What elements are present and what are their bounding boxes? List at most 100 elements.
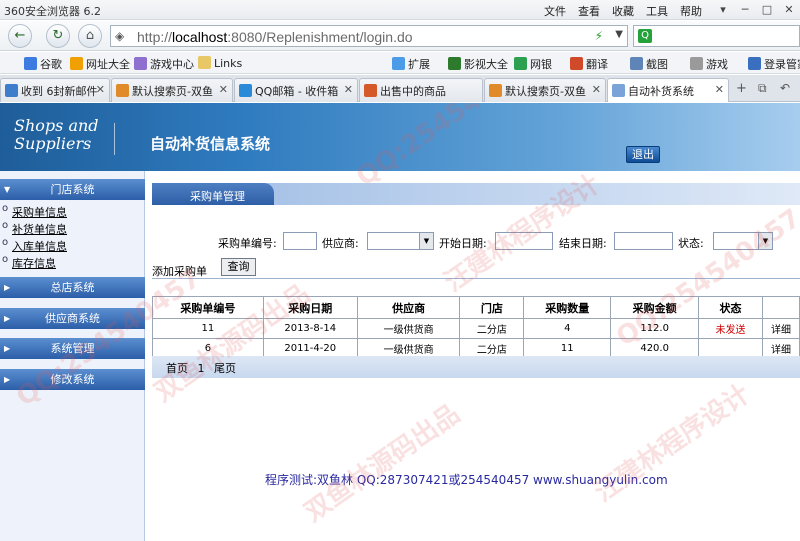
sidebar-section-modify[interactable]: ▶ 修改系统 <box>0 369 145 390</box>
address-bar[interactable]: ◈ http://localhost:8080/Replenishment/lo… <box>110 25 628 47</box>
last-page-link[interactable]: 尾页 <box>214 362 236 375</box>
browser-navbar: ← ↻ ⌂ ◈ http://localhost:8080/Replenishm… <box>0 21 800 51</box>
footer-credits: 程序测试:双鱼林 QQ:287307421或254540457 www.shua… <box>265 473 668 487</box>
fav-translate[interactable]: 翻译 <box>570 56 608 72</box>
sidebar-item-replenishment-orders[interactable]: 补货单信息 <box>2 220 67 237</box>
chevron-down-icon[interactable]: ▼ <box>615 29 623 40</box>
col-order-date: 采购日期 <box>262 296 358 319</box>
end-date-input[interactable] <box>614 232 673 250</box>
search-engine-icon[interactable]: Q <box>638 29 652 43</box>
menu-favorites[interactable]: 收藏 <box>606 3 640 19</box>
tab-search-2[interactable]: 默认搜索页-双鱼 ✕ <box>484 78 606 102</box>
browser-menu: 文件 查看 收藏 工具 帮助 <box>538 3 708 19</box>
back-button[interactable]: ← <box>8 24 32 48</box>
status-label: 状态: <box>678 237 704 250</box>
translate-icon <box>570 57 583 70</box>
sidebar: ▼ 门店系统 采购单信息 补货单信息 入库单信息 库存信息 ▶ 总店系统 ▶ 供… <box>0 171 145 541</box>
fav-links[interactable]: Links <box>198 56 242 70</box>
col-actions <box>761 296 800 319</box>
banner-divider <box>114 123 115 155</box>
sidebar-item-inbound-orders[interactable]: 入库单信息 <box>2 237 67 254</box>
logout-button[interactable]: 退出 <box>626 146 660 163</box>
menu-tools[interactable]: 工具 <box>640 3 674 19</box>
close-icon[interactable]: ✕ <box>592 83 601 96</box>
fav-screenshot[interactable]: 截图 <box>630 56 668 72</box>
tab-products[interactable]: 出售中的商品 <box>359 78 483 102</box>
detail-link[interactable]: 详细 <box>761 318 800 339</box>
tab-qq-mail[interactable]: QQ邮箱 - 收件箱 ✕ <box>234 78 358 102</box>
sidebar-item-inventory[interactable]: 库存信息 <box>2 254 56 271</box>
current-page: 1 <box>197 362 205 375</box>
fav-game-center[interactable]: 游戏中心 <box>134 56 194 72</box>
page-icon <box>612 84 625 97</box>
fav-google[interactable]: 谷歌 <box>24 56 62 72</box>
window-buttons: ▾ ─ □ ✕ <box>714 2 798 17</box>
sidebar-section-headquarters[interactable]: ▶ 总店系统 <box>0 277 145 298</box>
fav-site-directory[interactable]: 网址大全 <box>70 56 130 72</box>
add-order-link[interactable]: 添加采购单 <box>152 263 207 279</box>
shield-icon: ◈ <box>115 29 125 43</box>
tab-mail-notice[interactable]: 收到 6封新邮件 ✕ <box>0 78 110 102</box>
table-row: 11 2013-8-14 一级供货商 二分店 4 112.0 未发送 详细 <box>152 318 800 339</box>
new-tab-icon[interactable]: + <box>736 81 747 96</box>
qq-mail-icon <box>239 84 252 97</box>
close-icon[interactable]: ✕ <box>344 83 353 96</box>
fav-video[interactable]: 影视大全 <box>448 56 508 72</box>
video-icon <box>448 57 461 70</box>
triangle-right-icon: ▶ <box>4 344 11 353</box>
cell-amount: 112.0 <box>610 318 700 339</box>
close-icon[interactable]: ✕ <box>715 83 724 96</box>
search-box[interactable]: Q <box>633 25 800 47</box>
sidebar-section-system-admin[interactable]: ▶ 系统管理 <box>0 338 145 359</box>
browser-app-title: 360安全浏览器 6.2 <box>4 5 101 18</box>
tab-replenishment[interactable]: 自动补货系统 ✕ <box>607 78 729 102</box>
refresh-button[interactable]: ↻ <box>46 24 70 48</box>
home-icon: ⌂ <box>85 28 95 43</box>
close-icon[interactable]: ✕ <box>96 83 105 96</box>
close-icon[interactable]: ✕ <box>219 83 228 96</box>
menu-view[interactable]: 查看 <box>572 3 606 19</box>
filter-row: 采购单编号: 供应商: ▼ 开始日期: 结束日期: 状态: ▼ <box>152 231 800 251</box>
start-date-input[interactable] <box>495 232 553 250</box>
purchase-orders-table: 采购单编号 采购日期 供应商 门店 采购数量 采购金额 状态 11 2013-8… <box>152 296 800 359</box>
tab-search-1[interactable]: 默认搜索页-双鱼 ✕ <box>111 78 233 102</box>
restore-tab-icon[interactable]: ⧉ <box>758 81 767 96</box>
window-close-button[interactable]: ✕ <box>780 2 798 17</box>
col-supplier: 供应商 <box>356 296 461 319</box>
google-icon <box>24 57 37 70</box>
supplier-label: 供应商: <box>322 237 359 250</box>
favorites-bar: 谷歌 网址大全 游戏中心 Links 扩展 影视大全 网银 翻译 截图 游戏 登… <box>0 52 800 74</box>
cell-quantity: 4 <box>523 318 612 339</box>
fav-games[interactable]: 游戏 <box>690 56 728 72</box>
end-date-label: 结束日期: <box>559 237 607 250</box>
order-no-label: 采购单编号: <box>218 237 277 250</box>
gamepad-icon <box>690 57 703 70</box>
query-button[interactable]: 查询 <box>221 258 256 276</box>
lightning-icon[interactable]: ⚡ <box>595 29 603 43</box>
home-button[interactable]: ⌂ <box>78 24 102 48</box>
status-select[interactable]: ▼ <box>713 232 773 250</box>
system-title: 自动补货信息系统 <box>150 135 271 153</box>
fav-bank[interactable]: 网银 <box>514 56 552 72</box>
cell-status: 未发送 <box>698 318 763 339</box>
menu-help[interactable]: 帮助 <box>674 3 708 19</box>
sidebar-section-supplier[interactable]: ▶ 供应商系统 <box>0 308 145 329</box>
supplier-select[interactable]: ▼ <box>367 232 434 250</box>
col-quantity: 采购数量 <box>523 296 612 319</box>
order-no-input[interactable] <box>283 232 317 250</box>
sidebar-item-purchase-orders[interactable]: 采购单信息 <box>2 203 67 220</box>
window-minimize-button[interactable]: ─ <box>736 2 754 17</box>
window-dropdown-button[interactable]: ▾ <box>714 2 732 17</box>
triangle-right-icon: ▶ <box>4 375 11 384</box>
first-page-link[interactable]: 首页 <box>166 362 188 375</box>
undo-icon[interactable]: ↶ <box>780 81 790 95</box>
col-order-no: 采购单编号 <box>152 296 264 319</box>
screenshot-icon <box>630 57 643 70</box>
fav-login-manager[interactable]: 登录管家 <box>748 56 800 72</box>
fav-extensions[interactable]: 扩展 <box>392 56 430 72</box>
window-maximize-button[interactable]: □ <box>758 2 776 17</box>
sidebar-section-store[interactable]: ▼ 门店系统 <box>0 179 145 200</box>
panel-header: 采购单管理 <box>152 183 800 205</box>
triangle-right-icon: ▶ <box>4 283 11 292</box>
menu-file[interactable]: 文件 <box>538 3 572 19</box>
